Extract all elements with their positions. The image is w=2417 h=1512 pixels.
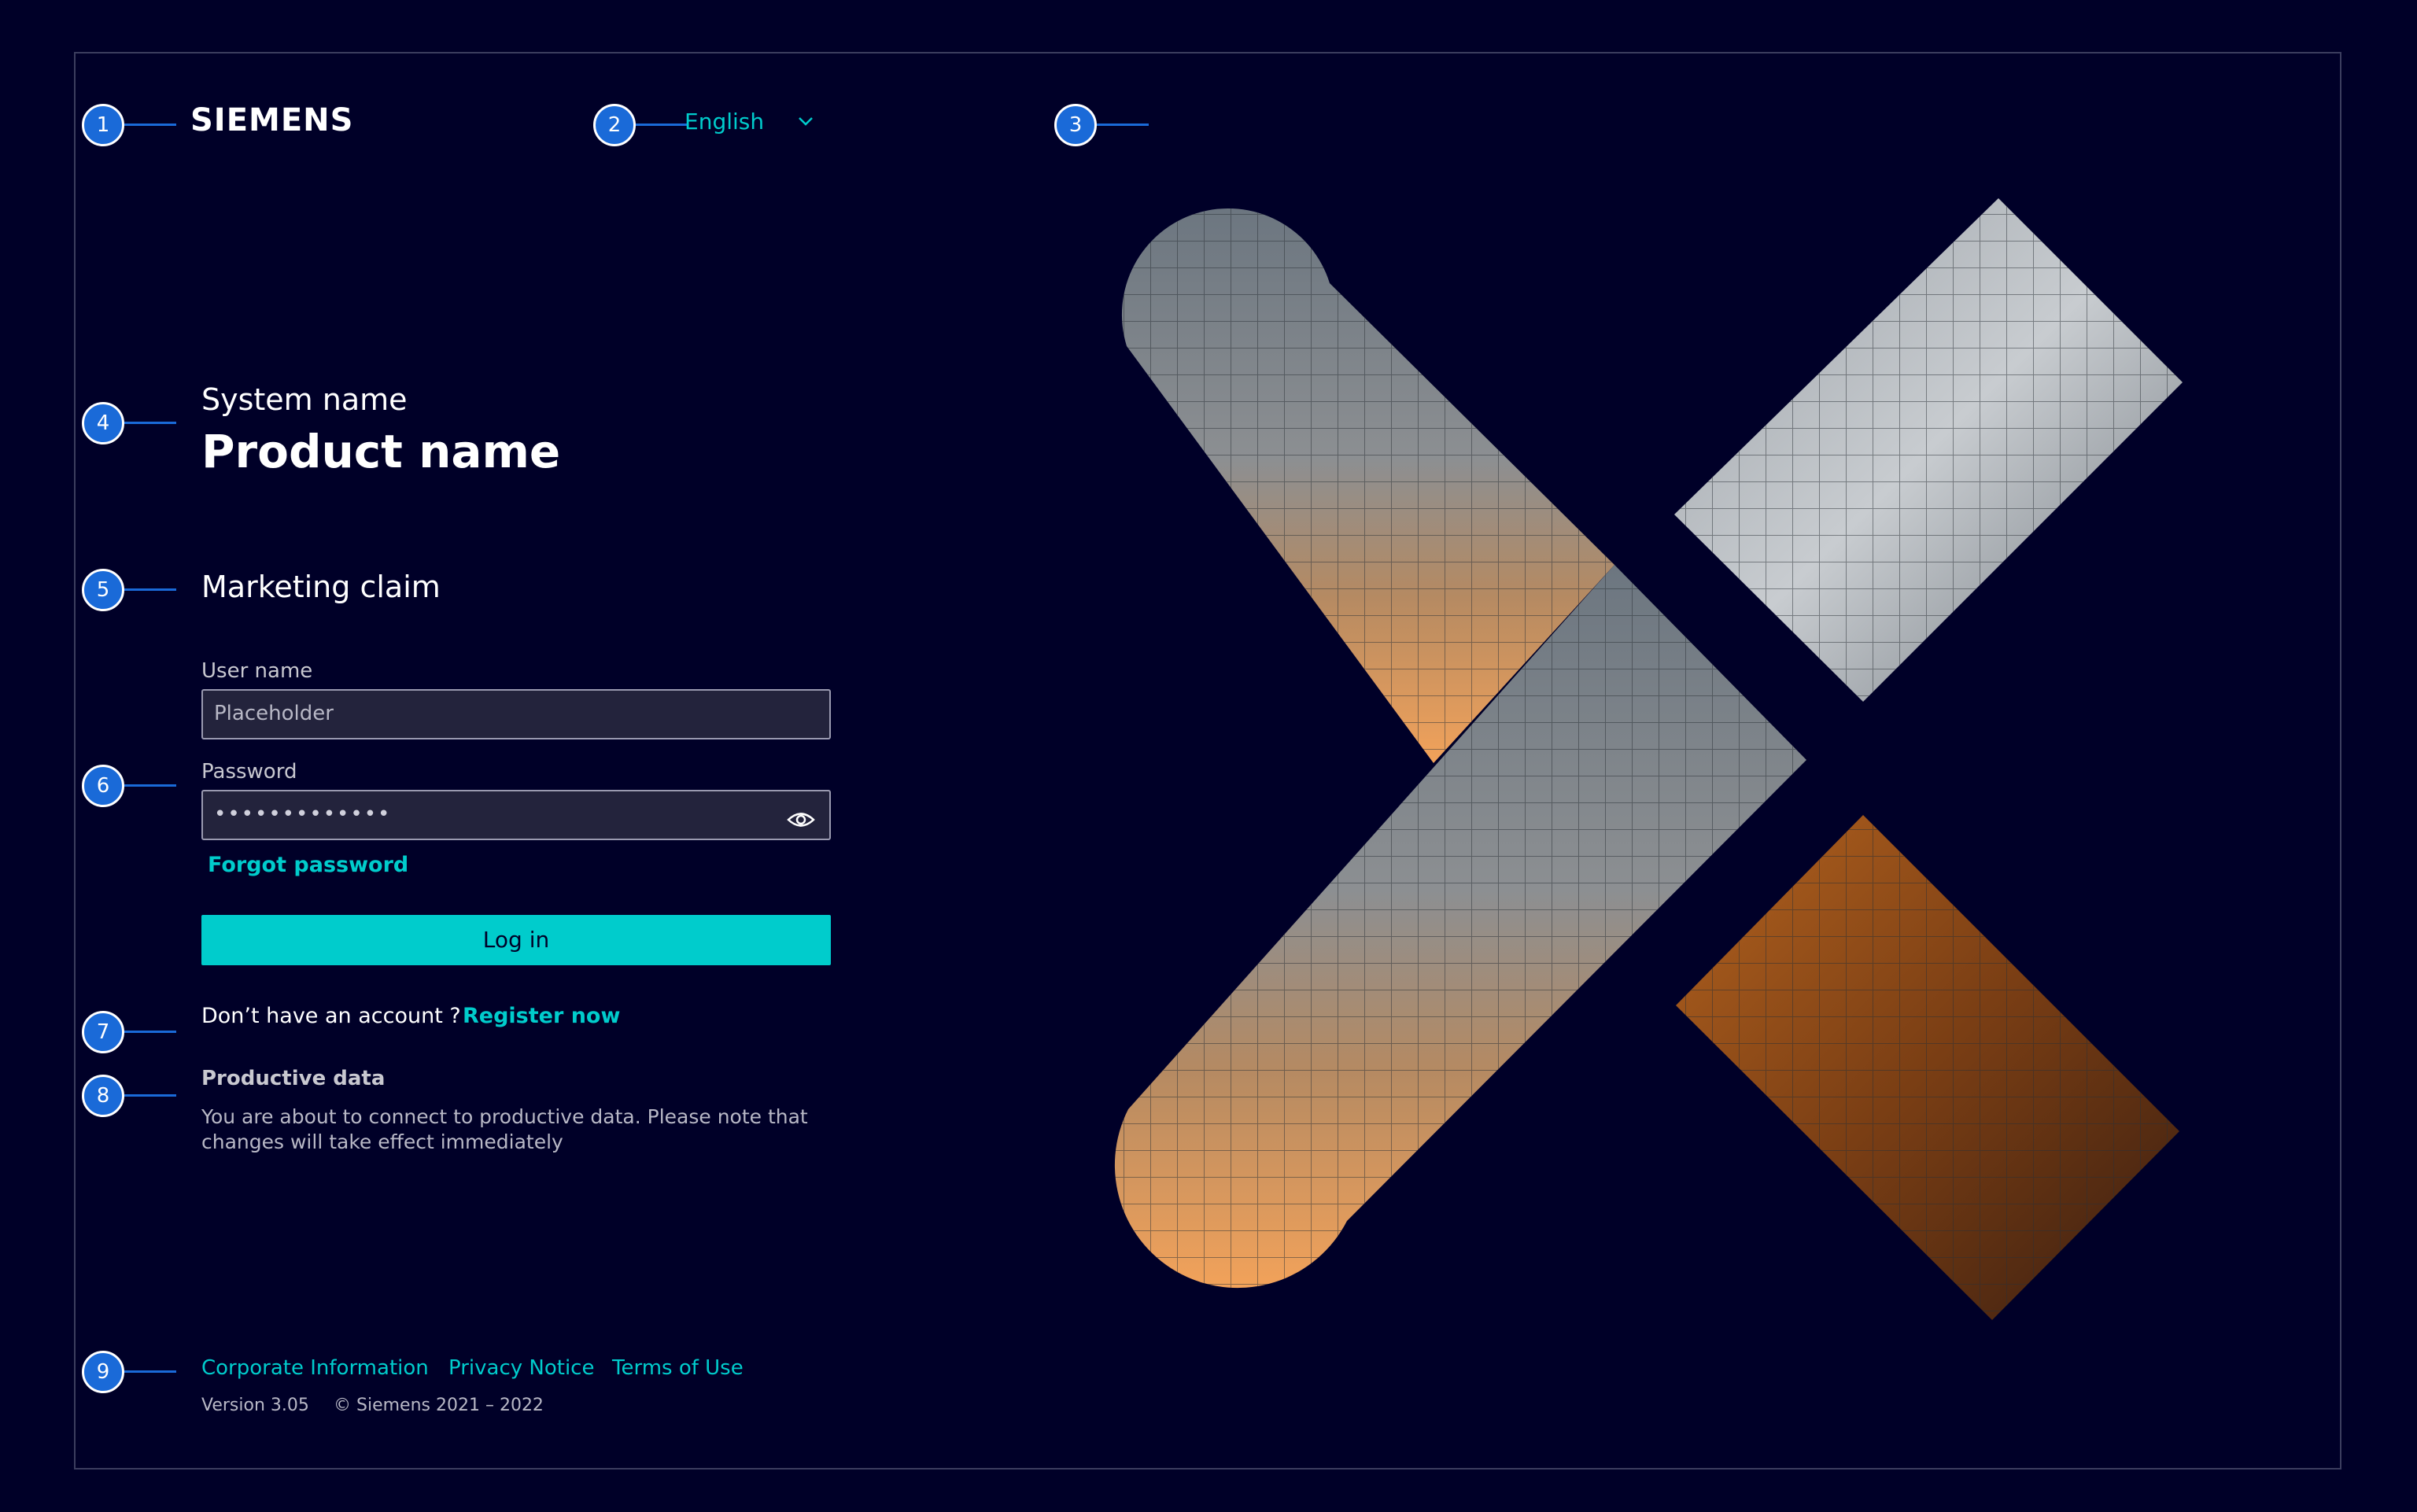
username-label: User name — [201, 659, 313, 683]
hero-right-bottom-diamond — [1676, 815, 2179, 1320]
hero-image — [1114, 198, 2183, 1320]
annotation-marker-2: 2 — [593, 104, 688, 148]
notice-text: You are about to connect to productive d… — [201, 1104, 847, 1155]
password-value: ••••••••••••• — [214, 802, 392, 826]
eye-icon[interactable] — [787, 802, 815, 848]
annotation-marker-4: 4 — [82, 402, 176, 446]
chevron-down-icon — [795, 110, 817, 135]
notice-text-line-1: You are about to connect to productive d… — [201, 1105, 808, 1128]
register-now-link[interactable]: Register now — [463, 1004, 620, 1028]
annotation-marker-6: 6 — [82, 765, 176, 809]
password-input[interactable]: ••••••••••••• — [201, 790, 831, 840]
hero-right-top-diamond — [1674, 198, 2183, 702]
copyright-text: © Siemens 2021 – 2022 — [334, 1396, 544, 1415]
version-text: Version 3.05 — [201, 1396, 309, 1415]
login-button[interactable]: Log in — [201, 915, 831, 965]
notice-title: Productive data — [201, 1067, 386, 1090]
footer-link-corporate[interactable]: Corporate Information — [201, 1356, 429, 1380]
annotation-marker-8: 8 — [82, 1075, 176, 1119]
annotation-marker-3: 3 — [1054, 104, 1149, 148]
notice-text-line-2: changes will take effect immediately — [201, 1130, 563, 1153]
language-label: English — [685, 109, 765, 135]
footer-link-privacy[interactable]: Privacy Notice — [448, 1356, 594, 1380]
annotation-marker-9: 9 — [82, 1351, 176, 1395]
password-label: Password — [201, 760, 297, 784]
register-prompt: Don’t have an account ? — [201, 1004, 461, 1028]
marketing-claim: Marketing claim — [201, 570, 441, 604]
system-name: System name — [201, 382, 408, 417]
annotation-marker-1: 1 — [82, 104, 176, 148]
username-input[interactable]: Placeholder — [201, 689, 831, 739]
annotation-marker-5: 5 — [82, 569, 176, 613]
product-name: Product name — [201, 425, 561, 478]
language-selector[interactable]: English — [685, 109, 813, 140]
siemens-logo: SIEMENS — [190, 102, 354, 138]
annotation-marker-7: 7 — [82, 1011, 176, 1055]
forgot-password-link[interactable]: Forgot password — [208, 853, 408, 877]
footer-link-terms[interactable]: Terms of Use — [612, 1356, 744, 1380]
